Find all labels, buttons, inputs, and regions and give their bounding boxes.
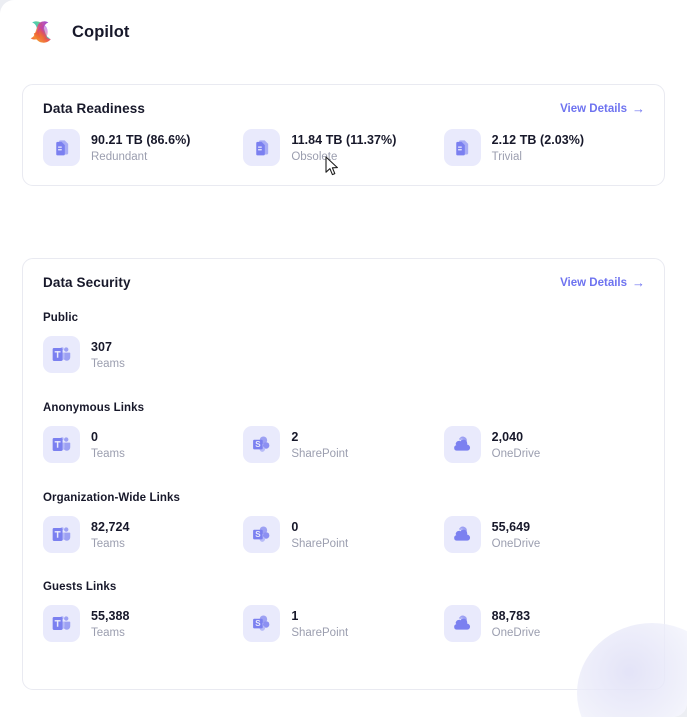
onedrive-icon	[443, 605, 481, 642]
app-header: Copilot	[0, 0, 687, 48]
metric-text: 82,724 Teams	[91, 520, 130, 550]
metric-text: 11.84 TB (11.37%) Obsolete	[291, 133, 396, 163]
readiness-view-details-label: View Details	[560, 102, 627, 115]
metric-label: Teams	[91, 447, 125, 460]
metric-text: 1 SharePoint	[291, 609, 348, 639]
metric-trivial: 2.12 TB (2.03%) Trivial	[443, 129, 644, 166]
metric-public-teams: 307 Teams	[43, 336, 282, 373]
metric-value: 2.12 TB (2.03%)	[491, 132, 585, 147]
metric-label: SharePoint	[291, 626, 349, 639]
arrow-right-icon: →	[632, 274, 645, 290]
svg-text:S: S	[256, 440, 262, 449]
metric-guests-onedrive: 88,783 OneDrive	[443, 605, 644, 642]
group-metric-row: 82,724 Teams S 0 SharePoint 55,649 OneDr…	[43, 516, 644, 553]
metric-text: 307 Teams	[91, 340, 125, 370]
app-title: Copilot	[72, 22, 130, 41]
metric-anonymous-sharepoint: S 2 SharePoint	[243, 426, 443, 463]
metric-label: OneDrive	[491, 537, 541, 550]
teams-icon	[43, 336, 80, 373]
metric-anonymous-onedrive: 2,040 OneDrive	[443, 426, 644, 463]
metric-label: Teams	[91, 626, 125, 639]
data-readiness-header: Data Readiness View Details →	[23, 85, 664, 116]
svg-text:S: S	[256, 619, 262, 628]
metric-text: 55,388 Teams	[91, 609, 130, 639]
documents-icon	[243, 129, 281, 166]
readiness-metric-row: 90.21 TB (86.6%) Redundant 11.84 TB (11.…	[23, 129, 664, 166]
sharepoint-icon: S	[243, 516, 281, 553]
metric-value: 2	[291, 429, 299, 444]
metric-text: 55,649 OneDrive	[492, 520, 541, 550]
data-readiness-card: Data Readiness View Details → 90.21 TB (…	[22, 84, 665, 186]
group-title: Public	[43, 312, 79, 324]
metric-label: OneDrive	[491, 626, 541, 639]
metric-org-sharepoint: S 0 SharePoint	[243, 516, 443, 553]
metric-label: Obsolete	[291, 150, 338, 163]
section-title: Data Security	[43, 275, 131, 290]
metric-value: 11.84 TB (11.37%)	[291, 132, 397, 147]
group-public: Public 307 Teams	[23, 312, 664, 373]
metric-value: 0	[291, 519, 299, 534]
readiness-view-details-link[interactable]: View Details →	[560, 102, 645, 115]
onedrive-icon	[443, 426, 481, 463]
metric-value: 1	[291, 608, 299, 623]
metric-text: 2,040 OneDrive	[492, 430, 541, 460]
metric-label: Teams	[91, 357, 125, 370]
group-title: Organization-Wide Links	[43, 492, 181, 504]
metric-value: 0	[91, 429, 99, 444]
teams-icon	[43, 605, 80, 642]
metric-label: Teams	[91, 537, 125, 550]
group-metric-row: 0 Teams S 2 SharePoint 2,040 OneDrive	[43, 426, 644, 463]
metric-label: Trivial	[491, 150, 522, 163]
metric-text: 0 SharePoint	[291, 520, 348, 550]
metric-org-teams: 82,724 Teams	[43, 516, 243, 553]
metric-org-onedrive: 55,649 OneDrive	[443, 516, 644, 553]
arrow-right-icon: →	[632, 100, 645, 116]
data-security-card: Data Security View Details → Public 307 …	[22, 258, 665, 690]
metric-text: 90.21 TB (86.6%) Redundant	[91, 133, 190, 163]
security-view-details-link[interactable]: View Details →	[560, 276, 645, 289]
metric-value: 2,040	[491, 429, 524, 444]
group-anonymous-links: Anonymous Links 0 Teams S 2 SharePoint 2…	[23, 402, 664, 463]
metric-guests-teams: 55,388 Teams	[43, 605, 243, 642]
metric-label: Redundant	[91, 150, 148, 163]
metric-text: 2.12 TB (2.03%) Trivial	[492, 133, 584, 163]
sharepoint-icon: S	[243, 426, 281, 463]
group-organization-wide-links: Organization-Wide Links 82,724 Teams S 0…	[23, 492, 664, 553]
metric-redundant: 90.21 TB (86.6%) Redundant	[43, 129, 243, 166]
teams-icon	[43, 426, 80, 463]
page-title: Data Readiness	[43, 101, 145, 116]
metric-obsolete: 11.84 TB (11.37%) Obsolete	[243, 129, 443, 166]
teams-icon	[43, 516, 80, 553]
copilot-logo-icon	[25, 17, 55, 47]
metric-text: 88,783 OneDrive	[492, 609, 541, 639]
group-guests-links: Guests Links 55,388 Teams S 1 SharePoint…	[23, 581, 664, 642]
group-metric-row: 307 Teams	[43, 336, 644, 373]
group-title: Guests Links	[43, 581, 117, 593]
metric-value: 307	[91, 339, 113, 354]
metric-value: 88,783	[491, 608, 531, 623]
documents-icon	[443, 129, 481, 166]
group-title: Anonymous Links	[43, 402, 145, 414]
metric-label: SharePoint	[291, 447, 349, 460]
sharepoint-icon: S	[243, 605, 281, 642]
metric-value: 82,724	[91, 519, 130, 534]
group-metric-row: 55,388 Teams S 1 SharePoint 88,783 OneDr…	[43, 605, 644, 642]
metric-text: 2 SharePoint	[291, 430, 348, 460]
metric-value: 55,649	[491, 519, 531, 534]
security-view-details-label: View Details	[560, 276, 627, 289]
documents-icon	[43, 129, 80, 166]
metric-anonymous-teams: 0 Teams	[43, 426, 243, 463]
app-page: Copilot Data Readiness View Details → 90…	[0, 0, 687, 717]
metric-label: OneDrive	[491, 447, 541, 460]
svg-text:S: S	[256, 530, 262, 539]
onedrive-icon	[443, 516, 481, 553]
metric-value: 55,388	[91, 608, 130, 623]
metric-guests-sharepoint: S 1 SharePoint	[243, 605, 443, 642]
metric-text: 0 Teams	[91, 430, 125, 460]
metric-value: 90.21 TB (86.6%)	[91, 132, 191, 147]
data-security-header: Data Security View Details →	[23, 259, 664, 290]
metric-label: SharePoint	[291, 537, 349, 550]
